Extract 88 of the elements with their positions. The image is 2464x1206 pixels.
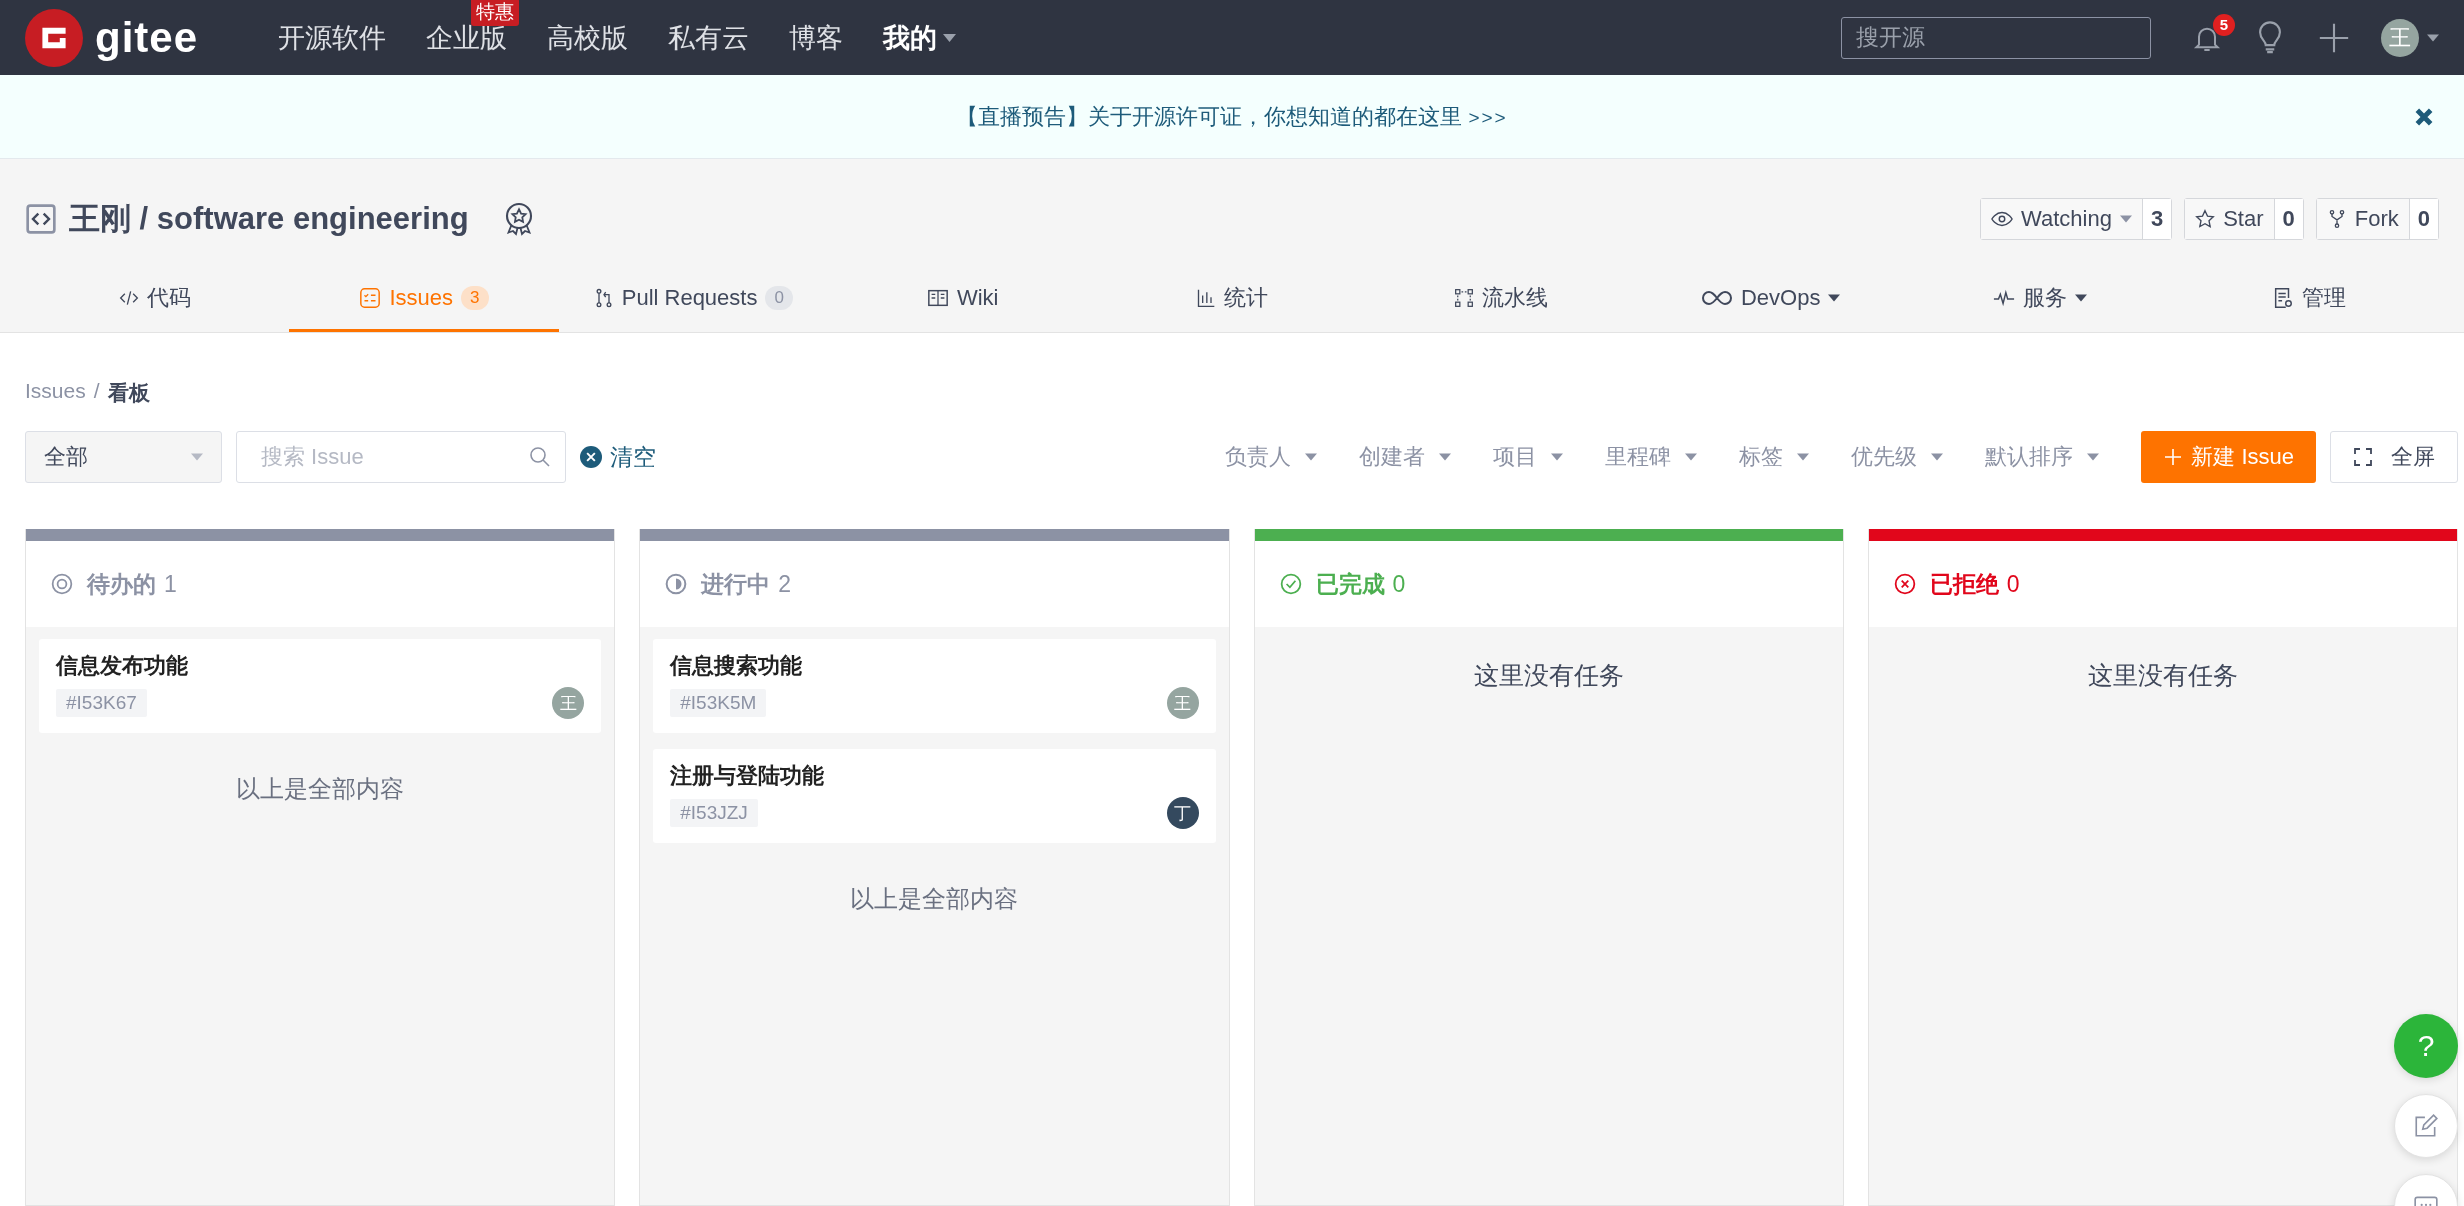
logo-wordmark[interactable]: gitee xyxy=(95,13,199,62)
caret-icon[interactable] xyxy=(2427,33,2439,42)
issue-id-tag: #I53K5M xyxy=(670,689,767,717)
issue-card[interactable]: 信息发布功能 #I53K67 王 xyxy=(39,639,602,733)
book-icon xyxy=(926,287,949,309)
breadcrumb-current: 看板 xyxy=(107,380,150,406)
plus-icon xyxy=(2163,447,2184,467)
issue-title[interactable]: 注册与登陆功能 xyxy=(670,761,1199,791)
edit-icon xyxy=(2413,1113,2439,1139)
logo-icon[interactable] xyxy=(25,8,83,67)
column-count: 0 xyxy=(2006,570,2020,598)
issue-search-field[interactable]: 搜索 Issue xyxy=(236,431,566,483)
issue-title[interactable]: 信息发布功能 xyxy=(56,651,585,681)
repo-tab[interactable]: Pull Requests 0 xyxy=(558,267,828,332)
action-count: 0 xyxy=(2273,199,2303,239)
action-label: Fork xyxy=(2354,206,2399,232)
action-count: 3 xyxy=(2141,199,2172,239)
bar-chart-icon xyxy=(1196,288,1216,308)
issue-id-tag: #I53JZJ xyxy=(670,799,758,827)
nav-link[interactable]: 高校版 xyxy=(547,19,629,56)
column-count: 2 xyxy=(778,570,792,598)
repo-tab[interactable]: 统计 xyxy=(1097,267,1367,332)
check-circle-icon xyxy=(1279,573,1302,595)
issue-id-tag: #I53K67 xyxy=(56,689,147,717)
assignee-avatar[interactable]: 丁 xyxy=(1166,797,1199,829)
promo-badge: 特惠 xyxy=(471,0,520,26)
announcement-link[interactable]: 【直播预告】关于开源许可证，你想知道的都在这里 >>> xyxy=(956,101,1508,132)
repo-action-button[interactable]: Watching 3 xyxy=(1980,198,2173,240)
column-title: 已拒绝 xyxy=(1929,569,1999,599)
pipeline-icon xyxy=(1454,288,1475,308)
caret-icon[interactable] xyxy=(943,33,957,42)
checklist-icon xyxy=(359,287,382,309)
caret-icon xyxy=(2087,453,2100,461)
repo-tab[interactable]: 代码 xyxy=(20,267,290,332)
breadcrumb-separator: / xyxy=(93,379,100,404)
action-count: 0 xyxy=(2408,199,2438,239)
repo-title[interactable]: 王刚 / software engineering xyxy=(69,198,469,240)
end-of-list-text: 以上是全部内容 xyxy=(235,774,406,804)
nav-link[interactable]: 博客 xyxy=(789,19,844,56)
cross-circle-icon xyxy=(1893,573,1916,595)
caret-icon xyxy=(1797,453,1810,461)
circle-icon xyxy=(51,573,73,595)
caret-icon xyxy=(1305,453,1318,461)
repo-action-button[interactable]: Star 0 xyxy=(2184,198,2304,240)
nav-link[interactable]: 开源软件 xyxy=(278,19,387,56)
close-icon xyxy=(580,446,602,468)
close-icon[interactable] xyxy=(2414,106,2434,127)
column-count: 1 xyxy=(164,570,177,598)
caret-icon xyxy=(1551,453,1564,461)
empty-column-text: 这里没有任务 xyxy=(1472,660,1625,691)
document-settings-icon xyxy=(2272,287,2295,309)
count-badge: 3 xyxy=(461,286,489,310)
infinity-icon xyxy=(1700,290,1733,306)
count-badge: 0 xyxy=(765,286,793,310)
action-label: Star xyxy=(2223,206,2264,232)
action-label: Watching xyxy=(2021,206,2112,232)
issue-title[interactable]: 信息搜索功能 xyxy=(670,651,1199,681)
column-count: 0 xyxy=(1392,570,1406,598)
nav-link[interactable]: 我的 xyxy=(883,19,938,56)
star-icon xyxy=(2195,209,2216,229)
repo-tab[interactable]: DevOps xyxy=(1636,267,1906,332)
half-circle-icon xyxy=(665,573,688,595)
code-icon xyxy=(118,288,139,308)
search-icon xyxy=(528,445,552,469)
caret-icon xyxy=(1931,453,1944,461)
column-title: 已完成 xyxy=(1315,569,1385,599)
status-select[interactable]: 全部 xyxy=(25,431,222,483)
fullscreen-button[interactable]: 全屏 xyxy=(2330,431,2458,483)
notification-count: 5 xyxy=(2213,13,2235,36)
fullscreen-icon xyxy=(2353,447,2373,467)
column-title: 进行中 xyxy=(701,569,771,599)
caret-icon xyxy=(1439,453,1452,461)
repo-tab[interactable]: 管理 xyxy=(2174,267,2444,332)
empty-column-text: 这里没有任务 xyxy=(2086,660,2239,691)
clear-button[interactable]: 清空 xyxy=(580,441,656,473)
repo-tab[interactable]: 流水线 xyxy=(1366,267,1636,332)
caret-icon xyxy=(1685,453,1698,461)
column-title: 待办的 xyxy=(87,569,156,599)
end-of-list-text: 以上是全部内容 xyxy=(849,884,1020,914)
nav-link[interactable]: 私有云 xyxy=(668,19,750,56)
repo-tab[interactable]: Wiki xyxy=(828,267,1098,332)
repo-action-button[interactable]: Fork 0 xyxy=(2315,198,2439,240)
repo-tab[interactable]: 服务 xyxy=(1905,267,2175,332)
issue-card[interactable]: 信息搜索功能 #I53K5M 王 xyxy=(653,639,1216,733)
caret-icon xyxy=(191,453,203,461)
issue-card[interactable]: 注册与登陆功能 #I53JZJ 丁 xyxy=(653,749,1216,843)
repo-icon xyxy=(25,203,57,235)
search-field[interactable]: 搜开源 xyxy=(1841,16,2151,59)
